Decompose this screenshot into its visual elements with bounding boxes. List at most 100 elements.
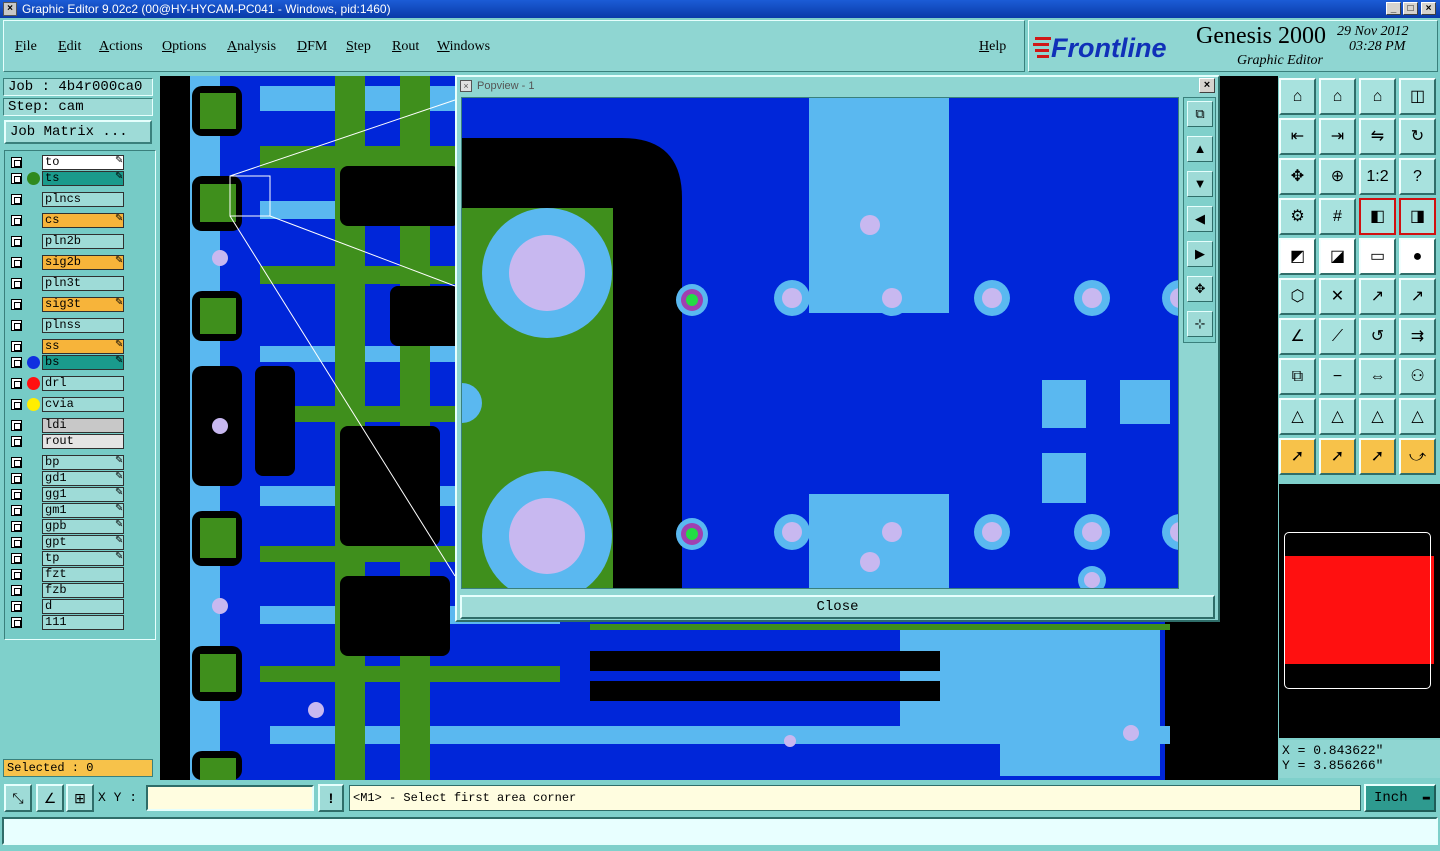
rotate-icon[interactable]: ↻ xyxy=(1399,118,1436,155)
layer-checkbox[interactable] xyxy=(11,215,22,226)
layer-checkbox[interactable] xyxy=(11,585,22,596)
layer-checkbox[interactable] xyxy=(11,194,22,205)
layer-checkbox[interactable] xyxy=(11,617,22,628)
move-right-icon[interactable]: ⇥ xyxy=(1319,118,1356,155)
flip-icon[interactable]: ⇋ xyxy=(1359,118,1396,155)
zoom-fit-icon[interactable]: ✥ xyxy=(1279,158,1316,195)
layer-name[interactable]: cvia xyxy=(42,397,124,412)
layer-compare2-icon[interactable]: ◨ xyxy=(1399,198,1436,235)
angle-icon[interactable]: ∠ xyxy=(1279,318,1316,355)
close-window-button[interactable]: × xyxy=(1421,2,1436,15)
add-arc-icon[interactable]: ↗ xyxy=(1359,278,1396,315)
popview-titlebar[interactable]: × Popview - 1 xyxy=(457,77,1218,95)
layer-checkbox[interactable] xyxy=(11,569,22,580)
layer-name[interactable]: cs xyxy=(42,213,124,228)
resize-icon[interactable]: ⇔ xyxy=(1359,358,1396,395)
layer-name[interactable]: fzb xyxy=(42,583,124,598)
copy-icon[interactable]: ⧉ xyxy=(1279,358,1316,395)
layer-name[interactable]: ss xyxy=(42,339,124,354)
layer-name[interactable]: drl xyxy=(42,376,124,391)
layer-name[interactable]: gg1 xyxy=(42,487,124,502)
popview-zoom-in-icon[interactable]: ✥ xyxy=(1187,276,1213,302)
tools-icon[interactable]: ⚙ xyxy=(1279,198,1316,235)
popview-zoom-out-icon[interactable]: ⊹ xyxy=(1187,311,1213,337)
layer-name[interactable]: fzt xyxy=(42,567,124,582)
layer-name[interactable]: to xyxy=(42,155,124,170)
pad-icon[interactable]: ● xyxy=(1399,238,1436,275)
menu-help[interactable]: Help xyxy=(979,39,1006,55)
unit-selector[interactable]: Inch ▬ xyxy=(1364,784,1436,812)
layer-name[interactable]: bs xyxy=(42,355,124,370)
layer-name[interactable]: sig3t xyxy=(42,297,124,312)
move-left-icon[interactable]: ⇤ xyxy=(1279,118,1316,155)
layer-name[interactable]: gm1 xyxy=(42,503,124,518)
diagonal-icon[interactable]: ⟋ xyxy=(1319,318,1356,355)
layer-name[interactable]: ts xyxy=(42,171,124,186)
popview-close-button[interactable]: Close xyxy=(460,595,1215,619)
layer-checkbox[interactable] xyxy=(11,420,22,431)
layer-checkbox[interactable] xyxy=(11,553,22,564)
layer-checkbox[interactable] xyxy=(11,601,22,612)
ruler-icon[interactable]: ▭ xyxy=(1359,238,1396,275)
menu-actions[interactable]: Actions xyxy=(99,39,143,55)
menu-analysis[interactable]: Analysis xyxy=(227,39,276,55)
menu-options[interactable]: Options xyxy=(162,39,206,55)
house-icon[interactable]: ⌂ xyxy=(1359,78,1396,115)
layer-name[interactable]: tp xyxy=(42,551,124,566)
maximize-button[interactable]: □ xyxy=(1403,2,1418,15)
layer-checkbox[interactable] xyxy=(11,157,22,168)
layer-checkbox[interactable] xyxy=(11,278,22,289)
grid-snap-icon[interactable]: # xyxy=(1319,198,1356,235)
layer-checkbox[interactable] xyxy=(11,257,22,268)
delete-point-icon[interactable]: ✕ xyxy=(1319,278,1356,315)
menu-rout[interactable]: Rout xyxy=(392,39,419,55)
layer-checkbox[interactable] xyxy=(11,320,22,331)
layer-checkbox[interactable] xyxy=(11,489,22,500)
xy-input[interactable] xyxy=(146,785,314,811)
overview-map[interactable] xyxy=(1279,484,1440,738)
group-icon[interactable]: ⚇ xyxy=(1399,358,1436,395)
grid-icon[interactable]: ⊞ xyxy=(66,784,94,812)
layer-checkbox[interactable] xyxy=(11,457,22,468)
draw-line-icon[interactable]: ◪ xyxy=(1319,238,1356,275)
layer-name[interactable]: sig2b xyxy=(42,255,124,270)
menu-file[interactable]: File xyxy=(15,39,37,55)
layer-checkbox[interactable] xyxy=(11,505,22,516)
select-pad-icon[interactable]: ◩ xyxy=(1279,238,1316,275)
triangle-icon[interactable]: △ xyxy=(1279,398,1316,435)
pointer-icon[interactable]: ➚ xyxy=(1279,438,1316,475)
layer-checkbox[interactable] xyxy=(11,236,22,247)
popview-close-icon[interactable]: × xyxy=(1199,78,1215,93)
job-matrix-button[interactable]: Job Matrix ... xyxy=(4,120,152,144)
layer-checkbox[interactable] xyxy=(11,537,22,548)
triangle4-icon[interactable]: △ xyxy=(1399,398,1436,435)
home-down-icon[interactable]: ⌂ xyxy=(1319,78,1356,115)
popview-canvas[interactable] xyxy=(461,97,1179,589)
layer-name[interactable]: bp xyxy=(42,455,124,470)
layer-name[interactable]: d xyxy=(42,599,124,614)
snap-icon[interactable]: ⤡ xyxy=(4,784,32,812)
layer-checkbox[interactable] xyxy=(11,341,22,352)
layer-name[interactable]: ldi xyxy=(42,418,124,433)
layer-checkbox[interactable] xyxy=(11,299,22,310)
alert-icon[interactable]: ! xyxy=(318,784,344,812)
popview-zoom-fit-icon[interactable]: ⧉ xyxy=(1187,101,1213,127)
connect-icon[interactable]: ⬡ xyxy=(1279,278,1316,315)
menu-dfm[interactable]: DFM xyxy=(297,39,327,55)
home-up-icon[interactable]: ⌂ xyxy=(1279,78,1316,115)
layer-checkbox[interactable] xyxy=(11,357,22,368)
popview-pan-up-icon[interactable]: ▲ xyxy=(1187,136,1213,162)
triangle2-icon[interactable]: △ xyxy=(1319,398,1356,435)
measure-icon[interactable]: ∠ xyxy=(36,784,64,812)
ratio-icon[interactable]: 1:2 xyxy=(1359,158,1396,195)
layer-name[interactable]: 111 xyxy=(42,615,124,630)
layer-name[interactable]: gpb xyxy=(42,519,124,534)
layer-checkbox[interactable] xyxy=(11,521,22,532)
menu-edit[interactable]: Edit xyxy=(58,39,81,55)
layer-checkbox[interactable] xyxy=(11,436,22,447)
layer-checkbox[interactable] xyxy=(11,399,22,410)
zoom-center-icon[interactable]: ⊕ xyxy=(1319,158,1356,195)
layer-name[interactable]: pln2b xyxy=(42,234,124,249)
layer-checkbox[interactable] xyxy=(11,378,22,389)
popview-pan-down-icon[interactable]: ▼ xyxy=(1187,171,1213,197)
